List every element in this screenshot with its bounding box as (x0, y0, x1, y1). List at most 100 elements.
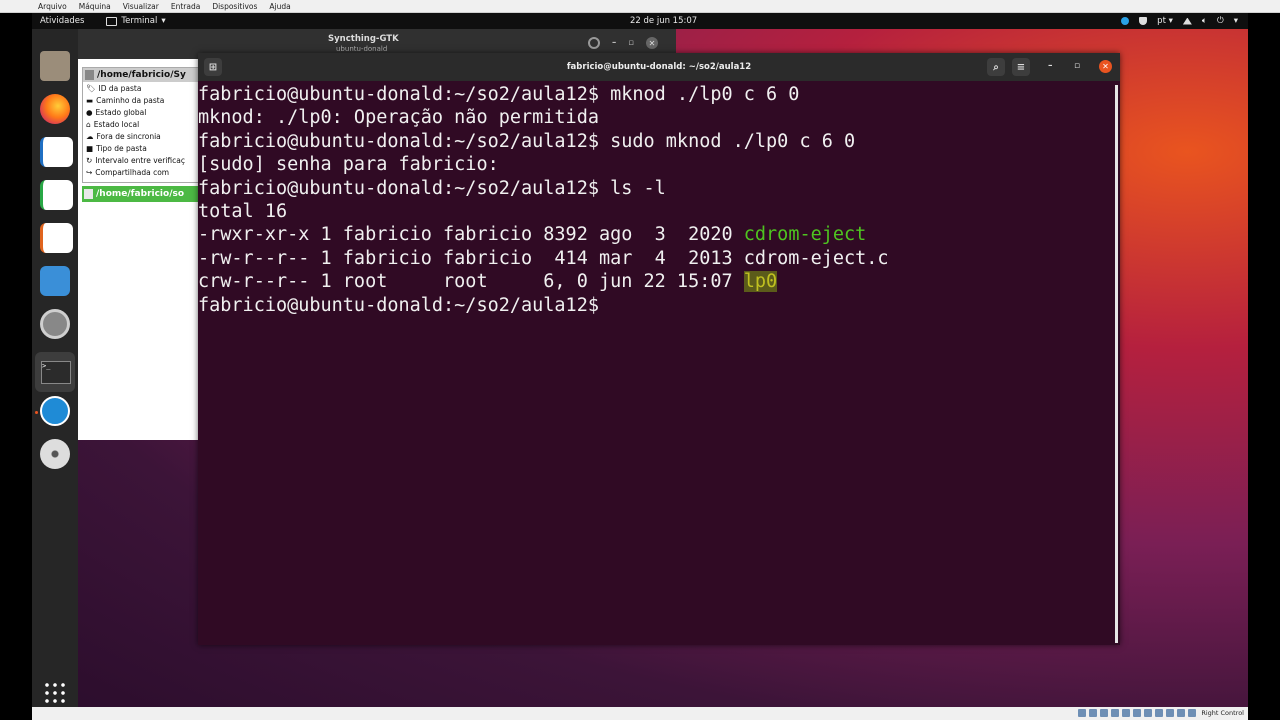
terminal-line: -rw-r--r-- 1 fabricio fabricio 414 mar 4… (198, 247, 889, 269)
writer-icon[interactable] (40, 137, 73, 167)
folder-row: ■ Tipo de pasta (83, 142, 201, 154)
network-icon[interactable] (1111, 709, 1120, 717)
folder-icon (85, 70, 94, 80)
folder-row-label: Estado global (95, 107, 147, 117)
mouse-icon[interactable] (1188, 709, 1197, 717)
language-label: pt (1157, 16, 1166, 26)
optical-icon[interactable] (1089, 709, 1098, 717)
folder-row-label: Tipo de pasta (96, 143, 147, 153)
menu-arquivo[interactable]: Arquivo (38, 2, 67, 11)
scrollbar[interactable] (1115, 85, 1118, 643)
chevron-down-icon[interactable]: ▾ (1234, 16, 1238, 26)
terminal-glyph-icon: >_ (41, 361, 71, 384)
close-icon[interactable]: ✕ (646, 37, 659, 49)
vm-screen: Atividades Terminal ▾ 22 de jun 15:07 pt… (32, 13, 1248, 707)
terminal-window[interactable]: ⊞ fabricio@ubuntu-donald: ~/so2/aula12 ⌕… (198, 53, 1120, 645)
folder-row: ↻ Intervalo entre verificaç (83, 154, 201, 166)
language-indicator[interactable]: pt ▾ (1157, 16, 1173, 26)
activities-button[interactable]: Atividades (40, 16, 84, 26)
clock[interactable]: 22 de jun 15:07 (630, 16, 697, 26)
folder-row-label: Caminho da pasta (96, 95, 165, 105)
usb-icon[interactable] (1122, 709, 1131, 717)
folder-row: ● Estado global (83, 106, 201, 118)
terminal-line: mknod: ./lp0: Operação não permitida (198, 107, 599, 129)
executable-filename: cdrom-eject (743, 224, 867, 246)
minimize-icon[interactable]: – (612, 38, 616, 48)
menu-visualizar[interactable]: Visualizar (123, 2, 159, 11)
terminal-output[interactable]: fabricio@ubuntu-donald:~/so2/aula12$ mkn… (198, 83, 1114, 643)
terminal-small-icon (106, 16, 118, 26)
syncthing-subtitle: ubuntu-donald (336, 45, 388, 53)
network-icon[interactable] (1182, 17, 1192, 25)
search-icon[interactable]: ⌕ (987, 58, 1005, 76)
vb-statusbar: Right Control (32, 707, 1248, 720)
menu-entrada[interactable]: Entrada (171, 2, 200, 11)
display-icon[interactable] (1144, 709, 1153, 717)
home-icon: ⌂ (86, 119, 91, 129)
chevron-down-icon: ▾ (161, 16, 166, 26)
terminal-titlebar[interactable]: ⊞ fabricio@ubuntu-donald: ~/so2/aula12 ⌕… (198, 53, 1120, 81)
files-icon[interactable] (40, 51, 70, 81)
impress-icon[interactable] (40, 223, 73, 253)
gnome-topbar: Atividades Terminal ▾ 22 de jun 15:07 pt… (32, 13, 1248, 29)
app-menu-label: Terminal (121, 16, 158, 26)
folder-path: /home/fabricio/Sy (97, 70, 186, 80)
folder-panel[interactable]: /home/fabricio/Sy 🏷︎ ID da pasta ▬ Caminho… (82, 67, 202, 183)
folder-row: 🏷︎ ID da pasta (83, 82, 201, 94)
folder-row-label: ID da pasta (98, 83, 142, 93)
shield-icon[interactable] (1139, 17, 1148, 25)
maximize-icon[interactable]: ▫ (1074, 61, 1080, 71)
firefox-icon[interactable] (40, 94, 70, 124)
menu-ajuda[interactable]: Ajuda (269, 2, 290, 11)
menu-dispositivos[interactable]: Dispositivos (212, 2, 257, 11)
minimize-icon[interactable]: – (1048, 61, 1053, 71)
line-text: -rwxr-xr-x 1 fabricio fabricio 8392 ago … (198, 224, 744, 246)
calc-icon[interactable] (40, 180, 73, 210)
cpu-icon[interactable] (1166, 709, 1175, 717)
host-menubar: Arquivo Máquina Visualizar Entrada Dispo… (0, 0, 1280, 13)
folder-header[interactable]: /home/fabricio/Sy (83, 68, 201, 82)
terminal-line: fabricio@ubuntu-donald:~/so2/aula12$ sud… (198, 130, 856, 152)
maximize-icon[interactable]: ▫ (628, 38, 634, 48)
refresh-icon: ↻ (86, 155, 93, 165)
menu-icon[interactable]: ≡ (1012, 58, 1030, 76)
terminal-line: [sudo] senha para fabricio: (198, 154, 499, 176)
show-apps-icon[interactable] (43, 681, 67, 705)
recording-icon[interactable] (1155, 709, 1164, 717)
settings-icon[interactable] (40, 309, 70, 339)
terminal-line: -rwxr-xr-x 1 fabricio fabricio 8392 ago … (198, 223, 1114, 246)
shared-folder-icon[interactable] (1133, 709, 1142, 717)
folder-row: ⌂ Estado local (83, 118, 201, 130)
close-icon[interactable]: ✕ (1099, 60, 1112, 73)
syncthing-body: /home/fabricio/Sy 🏷︎ ID da pasta ▬ Caminho… (78, 59, 202, 440)
disc-icon[interactable] (40, 439, 70, 469)
system-tray: pt ▾ 🔈︎ ⏻ ▾ (1121, 16, 1238, 26)
terminal-line: fabricio@ubuntu-donald:~/so2/aula12$ ls … (198, 177, 666, 199)
folder-open-icon: ▬ (86, 95, 94, 105)
share-icon: ↪ (86, 167, 93, 177)
gear-icon[interactable] (588, 37, 600, 49)
folder-row-label: Estado local (93, 119, 140, 129)
volume-icon[interactable]: 🔈︎ (1202, 16, 1207, 26)
terminal-icon[interactable]: >_ (35, 352, 75, 392)
folder-header-2[interactable]: /home/fabricio/so (82, 186, 202, 202)
folder-row-label: Compartilhada com (95, 167, 170, 177)
power-icon[interactable]: ⏻ (1217, 16, 1224, 26)
app-menu[interactable]: Terminal ▾ (106, 16, 166, 26)
menu-maquina[interactable]: Máquina (79, 2, 111, 11)
line-text: crw-r--r-- 1 root root 6, 0 jun 22 15:07 (198, 271, 744, 293)
hdd-icon[interactable] (1078, 709, 1087, 717)
terminal-line: crw-r--r-- 1 root root 6, 0 jun 22 15:07… (198, 270, 1114, 293)
syncthing-tray-icon[interactable] (1121, 17, 1130, 25)
folder-row: ☁ Fora de sincronia (83, 130, 201, 142)
audio-icon[interactable] (1100, 709, 1109, 717)
folder-row-label: Fora de sincronia (96, 131, 161, 141)
folder-icon (84, 189, 93, 199)
keyboard-icon[interactable] (1177, 709, 1186, 717)
software-icon[interactable] (40, 266, 70, 296)
tag-icon: 🏷︎ (86, 83, 96, 93)
folder-row: ↪ Compartilhada com (83, 166, 201, 178)
host-key-label: Right Control (1201, 709, 1244, 717)
terminal-prompt: fabricio@ubuntu-donald:~/so2/aula12$ (198, 294, 611, 316)
syncthing-icon[interactable] (40, 396, 70, 426)
